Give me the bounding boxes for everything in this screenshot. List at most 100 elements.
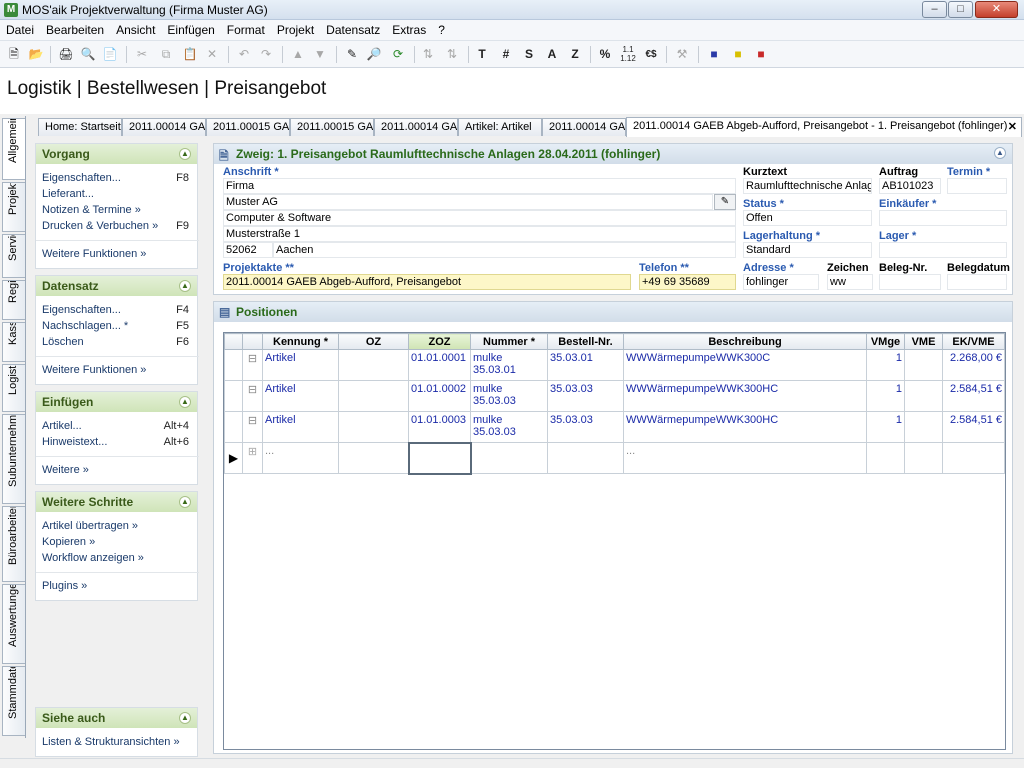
collapse-icon[interactable]: ▲ — [179, 496, 191, 508]
weitere-funktionen-link[interactable]: Weitere Funktionen » — [42, 364, 146, 376]
export-icon[interactable]: 📄 — [100, 45, 120, 64]
telefon-field[interactable]: +49 69 35689 — [639, 274, 736, 290]
sort-descending-icon[interactable]: ⇅ — [442, 45, 462, 64]
close-button[interactable]: ✕ — [975, 1, 1018, 18]
cell-zoz[interactable]: 01.01.0003 — [408, 411, 471, 443]
vtab-allgemein[interactable]: Allgemein — [2, 118, 25, 180]
lager-field[interactable] — [879, 242, 1007, 258]
paste-icon[interactable]: 📋 — [180, 45, 200, 64]
cell-vme[interactable] — [904, 442, 943, 474]
red-plugin-icon[interactable]: ■ — [751, 45, 771, 64]
menu-extras[interactable]: Extras — [386, 20, 432, 40]
tab-doc-1[interactable]: 2011.00014 GAEB — [122, 118, 206, 136]
copy-icon[interactable]: ⧉ — [156, 45, 176, 64]
siehe-auch-header[interactable]: Siehe auch ▲ — [36, 708, 197, 728]
cell-nummer[interactable]: mulke 35.03.03 — [470, 380, 548, 412]
menu-ansicht[interactable]: Ansicht — [110, 20, 161, 40]
drucken-verbuchen-link[interactable]: Drucken & Verbuchen » — [42, 220, 158, 232]
format-z-button[interactable]: Z — [565, 45, 585, 64]
address-lookup-icon[interactable]: ✎ — [714, 194, 736, 210]
cell-zoz[interactable] — [407, 441, 472, 475]
cell-nummer[interactable]: mulke 35.03.03 — [470, 411, 548, 443]
eigenschaften-datensatz-link[interactable]: Eigenschaften... — [42, 304, 121, 316]
lieferant-link[interactable]: Lieferant... — [42, 188, 94, 200]
cell-vmge[interactable]: 1 — [866, 349, 905, 381]
plugins-link[interactable]: Plugins » — [42, 580, 87, 592]
menu-help[interactable]: ? — [432, 20, 451, 40]
maximize-button[interactable]: □ — [948, 1, 973, 18]
vtab-subunternehmer[interactable]: Subunternehmer — [2, 414, 25, 504]
move-down-icon[interactable]: ▼ — [310, 45, 330, 64]
vtab-logistik[interactable]: Logistik — [2, 364, 25, 412]
cell-nummer[interactable] — [470, 442, 548, 474]
row-indicator[interactable] — [224, 380, 243, 412]
cell-bestellnr[interactable]: 35.03.01 — [547, 349, 624, 381]
find-icon[interactable]: 🔎 — [364, 45, 384, 64]
cell-oz[interactable] — [338, 411, 409, 443]
new-row-icon[interactable]: ⊞ — [242, 442, 263, 474]
einkaeufer-field[interactable] — [879, 210, 1007, 226]
artikel-einfuegen-link[interactable]: Artikel... — [42, 420, 82, 432]
col-vmge[interactable]: VMge — [866, 333, 905, 350]
belegdatum-field[interactable] — [947, 274, 1007, 290]
disabled-action-icon[interactable]: ⚒ — [672, 45, 692, 64]
format-a-button[interactable]: A — [542, 45, 562, 64]
cell-bestellnr[interactable]: 35.03.03 — [547, 411, 624, 443]
collapse-icon[interactable]: ▲ — [179, 396, 191, 408]
decimal-icon[interactable]: 1.1 1.12 — [618, 45, 638, 64]
loeschen-link[interactable]: Löschen — [42, 336, 84, 348]
blue-plugin-icon[interactable]: ■ — [704, 45, 724, 64]
new-document-icon[interactable]: 🗎 — [4, 45, 24, 64]
cut-icon[interactable]: ✂ — [132, 45, 152, 64]
cell-vmge[interactable]: 1 — [866, 380, 905, 412]
vtab-regie[interactable]: Regie — [2, 280, 25, 320]
cell-kennung[interactable]: Artikel — [262, 380, 339, 412]
collapse-icon[interactable]: ▲ — [179, 280, 191, 292]
termin-field[interactable] — [947, 178, 1007, 194]
cell-ek-vme[interactable]: 2.584,51 € — [942, 380, 1005, 412]
open-folder-icon[interactable]: 📂 — [26, 45, 46, 64]
cell-vmge[interactable] — [866, 442, 905, 474]
tab-artikel[interactable]: Artikel: Artikel — [458, 118, 542, 136]
cell-bestellnr[interactable]: 35.03.03 — [547, 380, 624, 412]
tab-doc-4[interactable]: 2011.00014 GAEB — [374, 118, 458, 136]
menu-format[interactable]: Format — [221, 20, 271, 40]
yellow-plugin-icon[interactable]: ■ — [728, 45, 748, 64]
anschrift-line-3[interactable]: Computer & Software — [223, 210, 736, 226]
hinweistext-link[interactable]: Hinweistext... — [42, 436, 107, 448]
cell-beschreibung[interactable]: WWWärmepumpeWWK300HC — [623, 380, 867, 412]
vtab-service[interactable]: Service — [2, 234, 25, 278]
undo-icon[interactable]: ↶ — [234, 45, 254, 64]
currency-button[interactable]: €$ — [641, 45, 661, 64]
tab-close-icon[interactable]: ✕ — [1008, 120, 1017, 133]
col-vme[interactable]: VME — [904, 333, 943, 350]
datensatz-header[interactable]: Datensatz ▲ — [36, 276, 197, 296]
cell-oz[interactable] — [338, 349, 409, 381]
print-preview-icon[interactable]: 🔍 — [78, 45, 98, 64]
cell-beschreibung[interactable]: WWWärmepumpeWWK300HC — [623, 411, 867, 443]
tab-active-document[interactable]: 2011.00014 GAEB Abgeb-Aufford, Preisange… — [626, 117, 1022, 137]
adresse-field[interactable]: fohlinger — [743, 274, 819, 290]
table-row[interactable]: ⊟ Artikel 01.01.0002 mulke 35.03.03 35.03… — [224, 380, 1005, 412]
cell-beschreibung[interactable]: WWWärmepumpeWWK300C — [623, 349, 867, 381]
cell-oz[interactable] — [338, 442, 409, 474]
notizen-termine-link[interactable]: Notizen & Termine » — [42, 204, 141, 216]
cell-vme[interactable] — [904, 349, 943, 381]
einfuegen-header[interactable]: Einfügen ▲ — [36, 392, 197, 412]
table-row[interactable]: ⊟ Artikel 01.01.0003 mulke 35.03.03 35.03… — [224, 411, 1005, 443]
col-oz[interactable]: OZ — [338, 333, 409, 350]
vtab-auswertungen[interactable]: Auswertungen — [2, 584, 25, 664]
vtab-kasse[interactable]: Kasse — [2, 322, 25, 362]
refresh-icon[interactable]: ⟳ — [388, 45, 408, 64]
projektakte-field[interactable]: 2011.00014 GAEB Abgeb-Aufford, Preisange… — [223, 274, 631, 290]
anschrift-line-2[interactable]: Muster AG — [223, 194, 713, 210]
tab-doc-2[interactable]: 2011.00015 GAEB — [206, 118, 290, 136]
ort-field[interactable]: Aachen — [273, 242, 736, 258]
expand-toggle-icon[interactable]: ⊟ — [242, 380, 263, 412]
col-beschreibung[interactable]: Beschreibung — [623, 333, 867, 350]
format-t-button[interactable]: T — [472, 45, 492, 64]
cell-zoz[interactable]: 01.01.0002 — [408, 380, 471, 412]
cell-vme[interactable] — [904, 411, 943, 443]
tab-home[interactable]: Home: Startseite — [38, 118, 122, 136]
vorgang-header[interactable]: Vorgang ▲ — [36, 144, 197, 164]
